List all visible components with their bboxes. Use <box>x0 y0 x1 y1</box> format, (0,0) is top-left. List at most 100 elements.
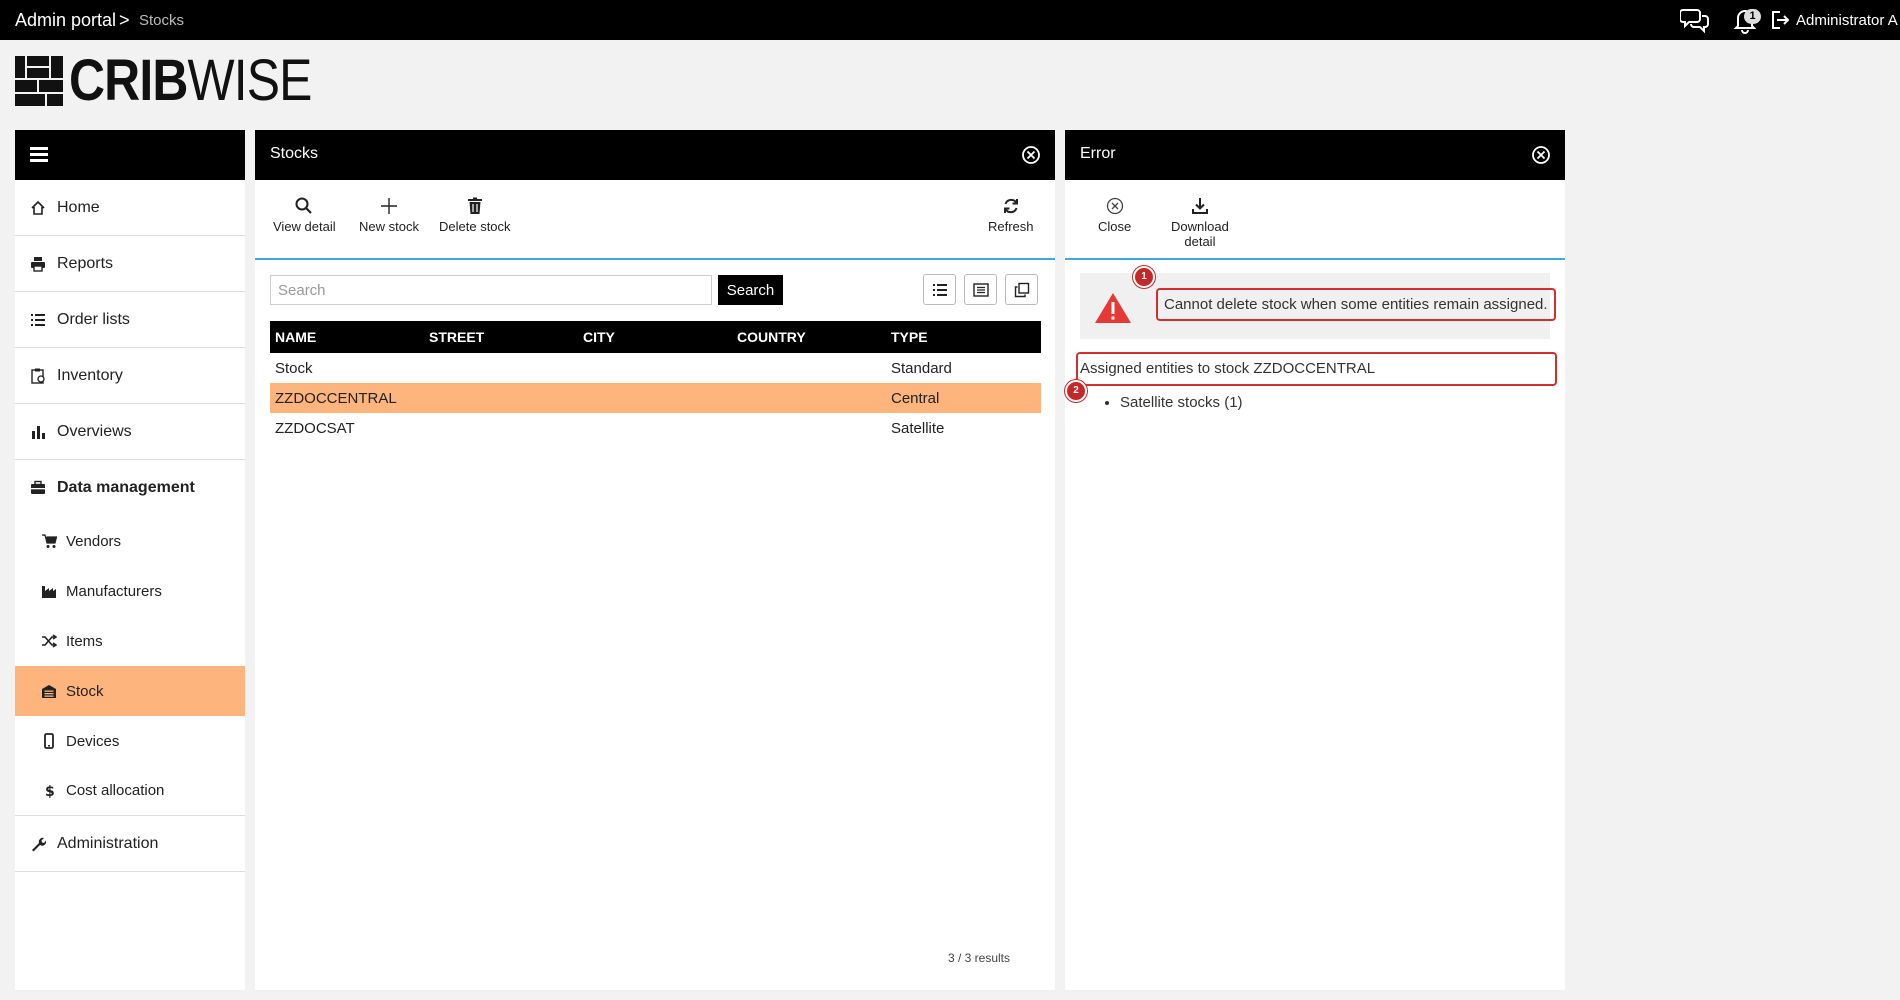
warning-icon <box>1095 293 1131 323</box>
table-row-selected[interactable]: ZZDOCCENTRAL Central <box>270 383 1041 413</box>
new-stock-button[interactable]: New stock <box>359 196 419 234</box>
logo-mark-icon <box>15 56 63 106</box>
logo-text-wise: WISE <box>187 48 312 113</box>
list-view-icon <box>932 283 947 296</box>
logout-icon[interactable] <box>1770 9 1790 31</box>
sidebar-item-home[interactable]: Home <box>15 180 245 236</box>
sidebar-item-label: Manufacturers <box>66 582 162 600</box>
cart-icon <box>42 534 57 548</box>
plus-icon <box>380 198 397 214</box>
assigned-entities-heading: Assigned entities to stock ZZDOCCENTRAL <box>1076 352 1557 386</box>
error-message: Cannot delete stock when some entities r… <box>1156 288 1556 321</box>
search-button[interactable]: Search <box>718 275 783 305</box>
sidebar-item-devices[interactable]: Devices <box>15 716 245 766</box>
close-button[interactable]: Close <box>1098 196 1131 234</box>
delete-stock-label: Delete stock <box>439 219 511 234</box>
copy-view-button[interactable] <box>1005 274 1038 305</box>
delete-stock-button[interactable]: Delete stock <box>439 196 511 234</box>
column-header-street[interactable]: STREET <box>424 329 578 345</box>
assigned-entities-list: Satellite stocks (1) <box>1120 394 1243 411</box>
stocks-panel: Stocks View detail New stock Delete stoc… <box>255 130 1055 990</box>
sidebar-item-label: Items <box>66 632 103 650</box>
sidebar-item-stock[interactable]: Stock <box>15 666 245 716</box>
sidebar-group-data-management[interactable]: Data management <box>15 460 245 516</box>
copy-icon <box>1014 282 1029 297</box>
cell-type: Standard <box>891 359 952 377</box>
detail-view-button[interactable] <box>964 274 997 305</box>
refresh-icon <box>1003 198 1018 214</box>
user-name[interactable]: Administrator A <box>1796 12 1898 29</box>
printer-icon <box>31 256 45 272</box>
sidebar-item-inventory[interactable]: Inventory <box>15 348 245 404</box>
cribwise-logo: CRIBWISE <box>15 51 312 111</box>
column-header-city[interactable]: CITY <box>578 329 732 345</box>
sidebar-item-label: Cost allocation <box>66 782 165 799</box>
sidebar-item-order-lists[interactable]: Order lists <box>15 292 245 348</box>
search-input[interactable] <box>270 275 712 305</box>
clipboard-icon <box>31 368 45 384</box>
home-icon <box>31 200 45 215</box>
warehouse-icon <box>42 685 56 698</box>
sidebar-item-vendors[interactable]: Vendors <box>15 516 245 566</box>
detail-view-icon <box>972 282 989 297</box>
dollar-icon: $ <box>45 784 55 799</box>
list-item: Satellite stocks (1) <box>1120 394 1243 411</box>
cell-type: Central <box>891 389 940 407</box>
view-detail-label: View detail <box>273 219 336 234</box>
sidebar-header <box>15 130 245 180</box>
cell-name: ZZDOCSAT <box>275 419 355 437</box>
trash-icon <box>467 197 482 214</box>
sidebar-group-label: Data management <box>57 479 195 496</box>
column-header-type[interactable]: TYPE <box>886 329 1041 345</box>
wrench-icon <box>32 837 46 851</box>
logo-text-crib: CRIB <box>69 48 188 113</box>
sidebar-item-administration[interactable]: Administration <box>15 816 245 872</box>
sidebar-item-items[interactable]: Items <box>15 616 245 666</box>
sidebar-item-label: Home <box>57 198 100 216</box>
sidebar: Home Reports Order lists Inventory Overv… <box>15 130 245 990</box>
table-row[interactable]: ZZDOCSAT Satellite <box>270 413 1041 443</box>
download-detail-button[interactable]: Download detail <box>1171 196 1229 249</box>
sidebar-item-label: Order lists <box>57 310 130 328</box>
table-row[interactable]: Stock Standard <box>270 353 1041 383</box>
results-count: 3 / 3 results <box>947 951 1010 965</box>
sidebar-item-label: Administration <box>57 834 159 852</box>
stocks-toolbar: View detail New stock Delete stock Refre… <box>255 180 1055 260</box>
briefcase-icon <box>31 480 45 494</box>
hamburger-menu-icon[interactable] <box>30 147 48 163</box>
sidebar-item-manufacturers[interactable]: Manufacturers <box>15 566 245 616</box>
column-header-country[interactable]: COUNTRY <box>732 329 886 345</box>
sidebar-item-cost-allocation[interactable]: $ Cost allocation <box>15 766 245 816</box>
new-stock-label: New stock <box>359 219 419 234</box>
error-panel-header: Error <box>1065 130 1565 180</box>
sidebar-item-label: Reports <box>57 254 114 272</box>
svg-text:$: $ <box>45 784 55 799</box>
sidebar-item-label: Inventory <box>57 366 123 384</box>
close-circle-icon[interactable] <box>1021 145 1041 165</box>
table-header: NAME STREET CITY COUNTRY TYPE <box>270 321 1041 353</box>
annotation-marker-2: 2 <box>1065 380 1087 402</box>
logo-wordmark: CRIBWISE <box>69 51 312 111</box>
download-label-line2: detail <box>1184 234 1216 249</box>
cell-name: Stock <box>275 359 313 377</box>
sidebar-item-label: Stock <box>66 682 104 700</box>
chat-icon[interactable] <box>1680 6 1710 34</box>
sidebar-item-label: Overviews <box>57 422 132 440</box>
view-detail-button[interactable]: View detail <box>273 196 336 234</box>
refresh-button[interactable]: Refresh <box>988 196 1034 234</box>
sidebar-item-label: Devices <box>66 732 120 750</box>
close-circle-icon[interactable] <box>1531 145 1551 165</box>
refresh-label: Refresh <box>988 219 1034 234</box>
annotation-marker-1: 1 <box>1133 266 1155 288</box>
sidebar-item-reports[interactable]: Reports <box>15 236 245 292</box>
list-view-button[interactable] <box>923 274 956 305</box>
column-header-name[interactable]: NAME <box>270 329 424 345</box>
breadcrumb-root[interactable]: Admin portal <box>15 10 116 31</box>
close-circle-icon <box>1106 197 1123 215</box>
sidebar-item-overviews[interactable]: Overviews <box>15 404 245 460</box>
shuffle-icon <box>42 634 57 648</box>
close-label: Close <box>1098 219 1132 234</box>
top-bar: Admin portal > Stocks 1 Administrator A <box>0 0 1900 40</box>
panel-title: Stocks <box>270 145 319 162</box>
cell-name: ZZDOCCENTRAL <box>275 389 397 407</box>
